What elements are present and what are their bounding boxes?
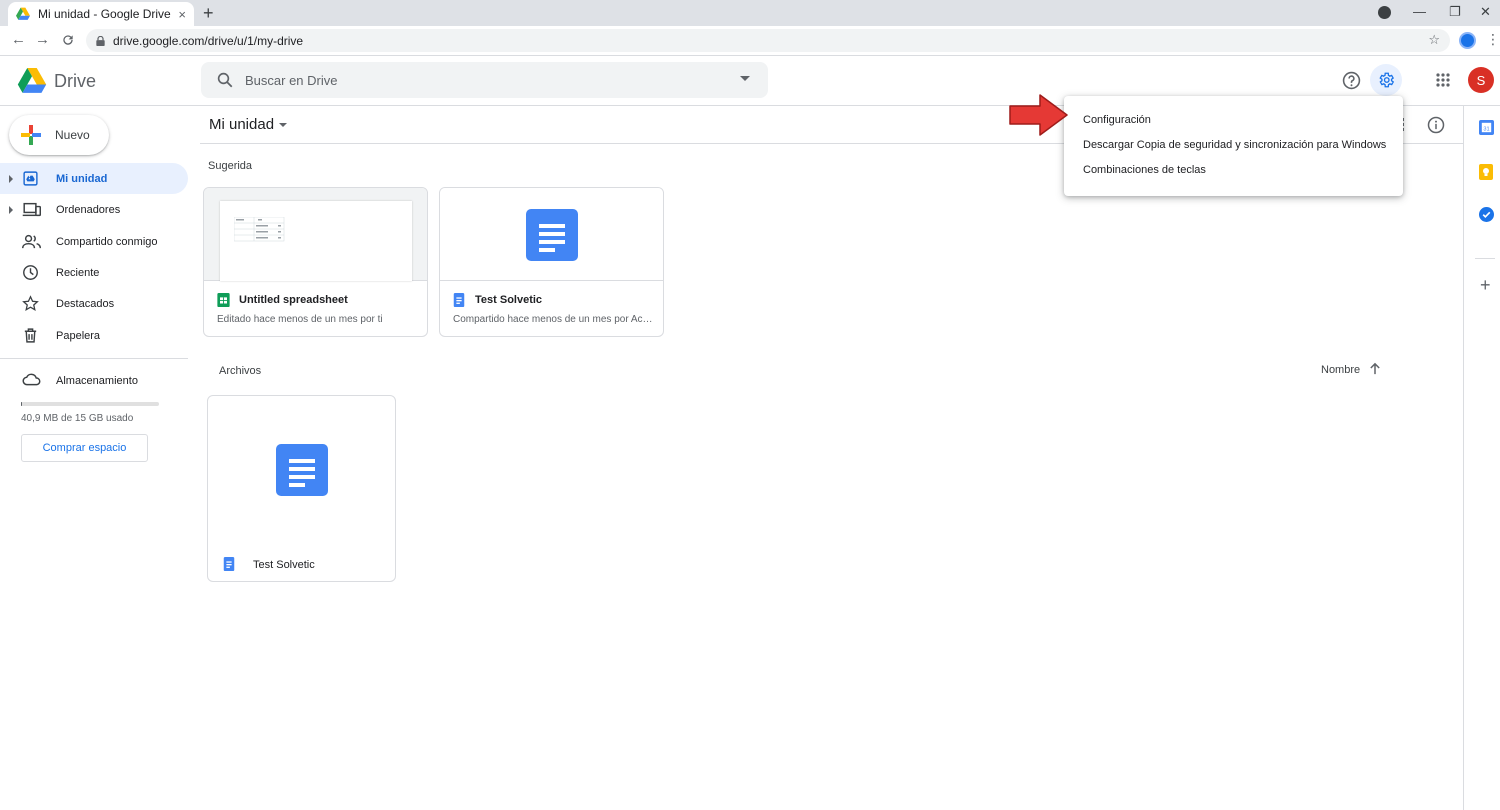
shared-icon [22,234,41,249]
sidebar-item-starred[interactable]: Destacados [0,288,188,319]
lock-icon [96,35,105,46]
minimize-icon[interactable]: — [1413,4,1426,19]
forward-icon[interactable]: → [35,31,50,48]
file-name: Test Solvetic [475,294,543,306]
suggested-card-doc[interactable]: Test Solvetic Compartido hace menos de u… [439,187,664,337]
sidebar-item-label: Papelera [56,329,101,342]
star-icon [22,295,39,312]
sheets-icon [217,293,230,307]
search-box [201,62,768,98]
restore-icon[interactable]: ❐ [1449,4,1461,20]
svg-text:31: 31 [1483,126,1489,132]
drive-logo-icon[interactable] [17,68,47,94]
expand-caret-icon[interactable] [9,174,13,183]
new-button-label: Nuevo [55,128,90,142]
file-card-doc[interactable]: Test Solvetic [207,395,396,582]
sidebar-item-label: Destacados [56,297,115,310]
my-drive-icon [23,171,38,186]
tasks-icon[interactable] [1479,207,1494,222]
browser-tab-bar: Mi unidad - Google Drive × + — ❐ ✕ [0,0,1500,26]
docs-large-icon [276,444,328,496]
new-button[interactable]: Nuevo [9,115,109,155]
menu-item-keyboard-shortcuts[interactable]: Combinaciones de teclas [1083,164,1206,176]
file-activity: Editado hace menos de un mes por ti [217,314,383,325]
storage-progress-fill [21,402,23,406]
settings-button[interactable] [1370,64,1402,96]
sidebar-item-label: Mi unidad [56,172,108,185]
profile-avatar[interactable] [1459,32,1476,49]
search-icon[interactable] [216,71,234,89]
sidebar-item-label: Reciente [56,266,100,279]
spreadsheet-preview [220,201,412,281]
address-bar: ← → drive.google.com/drive/u/1/my-drive … [0,26,1500,56]
search-input[interactable] [245,62,725,98]
drive-favicon-icon [16,7,30,20]
trash-icon [24,328,37,343]
suggested-card-spreadsheet[interactable]: Untitled spreadsheet Editado hace menos … [203,187,428,337]
sidebar-item-shared[interactable]: Compartido conmigo [0,226,188,257]
url-bar[interactable]: drive.google.com/drive/u/1/my-drive ☆ [86,29,1450,52]
url-text: drive.google.com/drive/u/1/my-drive [113,33,304,48]
sort-ascending-icon[interactable] [1369,362,1381,375]
clock-icon [23,265,38,280]
tab-close-icon[interactable]: × [178,7,186,22]
reload-icon[interactable] [61,33,75,47]
annotation-arrow-icon [1009,94,1068,136]
sidebar-divider [0,358,188,359]
title-dropdown-icon[interactable] [279,123,287,127]
side-panel-divider [1475,258,1495,259]
docs-icon [223,557,235,571]
browser-tab[interactable]: Mi unidad - Google Drive × [8,2,194,26]
app-brand[interactable]: Drive [54,71,96,92]
computers-icon [22,202,41,217]
tab-title: Mi unidad - Google Drive [38,7,171,21]
menu-item-download-backup[interactable]: Descargar Copia de seguridad y sincroniz… [1083,139,1386,151]
page-title[interactable]: Mi unidad [209,116,274,133]
settings-menu: Configuración Descargar Copia de segurid… [1064,96,1403,196]
file-thumbnail [204,188,427,281]
expand-caret-icon[interactable] [9,205,13,214]
account-avatar[interactable]: S [1468,67,1494,93]
files-heading: Archivos [219,365,262,377]
cloud-icon [22,373,41,386]
back-icon[interactable]: ← [11,31,26,48]
add-addon-icon[interactable]: + [1480,276,1491,294]
buy-storage-button[interactable]: Comprar espacio [21,434,148,462]
search-options-icon[interactable] [740,76,750,81]
keep-icon[interactable] [1479,164,1493,180]
sidebar-item-trash[interactable]: Papelera [0,320,188,351]
new-tab-button[interactable]: + [203,3,214,23]
sidebar-item-my-drive[interactable]: Mi unidad [0,163,188,194]
plus-icon [21,125,41,145]
sidebar-item-storage[interactable]: Almacenamiento [0,365,188,396]
help-icon[interactable] [1342,71,1361,90]
gear-icon [1379,72,1395,88]
suggested-heading: Sugerida [208,160,253,172]
menu-item-settings[interactable]: Configuración [1083,114,1151,126]
storage-progress-bar [21,402,159,406]
tab-search-icon[interactable] [1378,6,1391,19]
calendar-icon[interactable]: 31 [1479,120,1494,135]
sidebar-item-recent[interactable]: Reciente [0,257,188,288]
info-icon[interactable] [1427,116,1445,134]
apps-grid-icon[interactable] [1436,73,1450,87]
sidebar-item-computers[interactable]: Ordenadores [0,194,188,225]
docs-icon [453,293,465,307]
sort-by-name[interactable]: Nombre [1321,364,1360,376]
bookmark-star-icon[interactable]: ☆ [1428,32,1440,48]
file-name: Test Solvetic [253,559,315,571]
spreadsheet-preview-grid [234,217,285,242]
file-name: Untitled spreadsheet [239,294,348,306]
browser-menu-icon[interactable]: ⋮ [1486,31,1500,48]
storage-used-text: 40,9 MB de 15 GB usado [21,413,134,424]
sidebar-item-label: Ordenadores [56,203,121,216]
window-close-icon[interactable]: ✕ [1480,4,1491,20]
file-activity: Compartido hace menos de un mes por Acce… [453,314,653,325]
docs-large-icon [526,209,578,261]
file-thumbnail [440,188,663,281]
sidebar-item-label: Compartido conmigo [56,235,158,248]
storage-label: Almacenamiento [56,374,138,387]
